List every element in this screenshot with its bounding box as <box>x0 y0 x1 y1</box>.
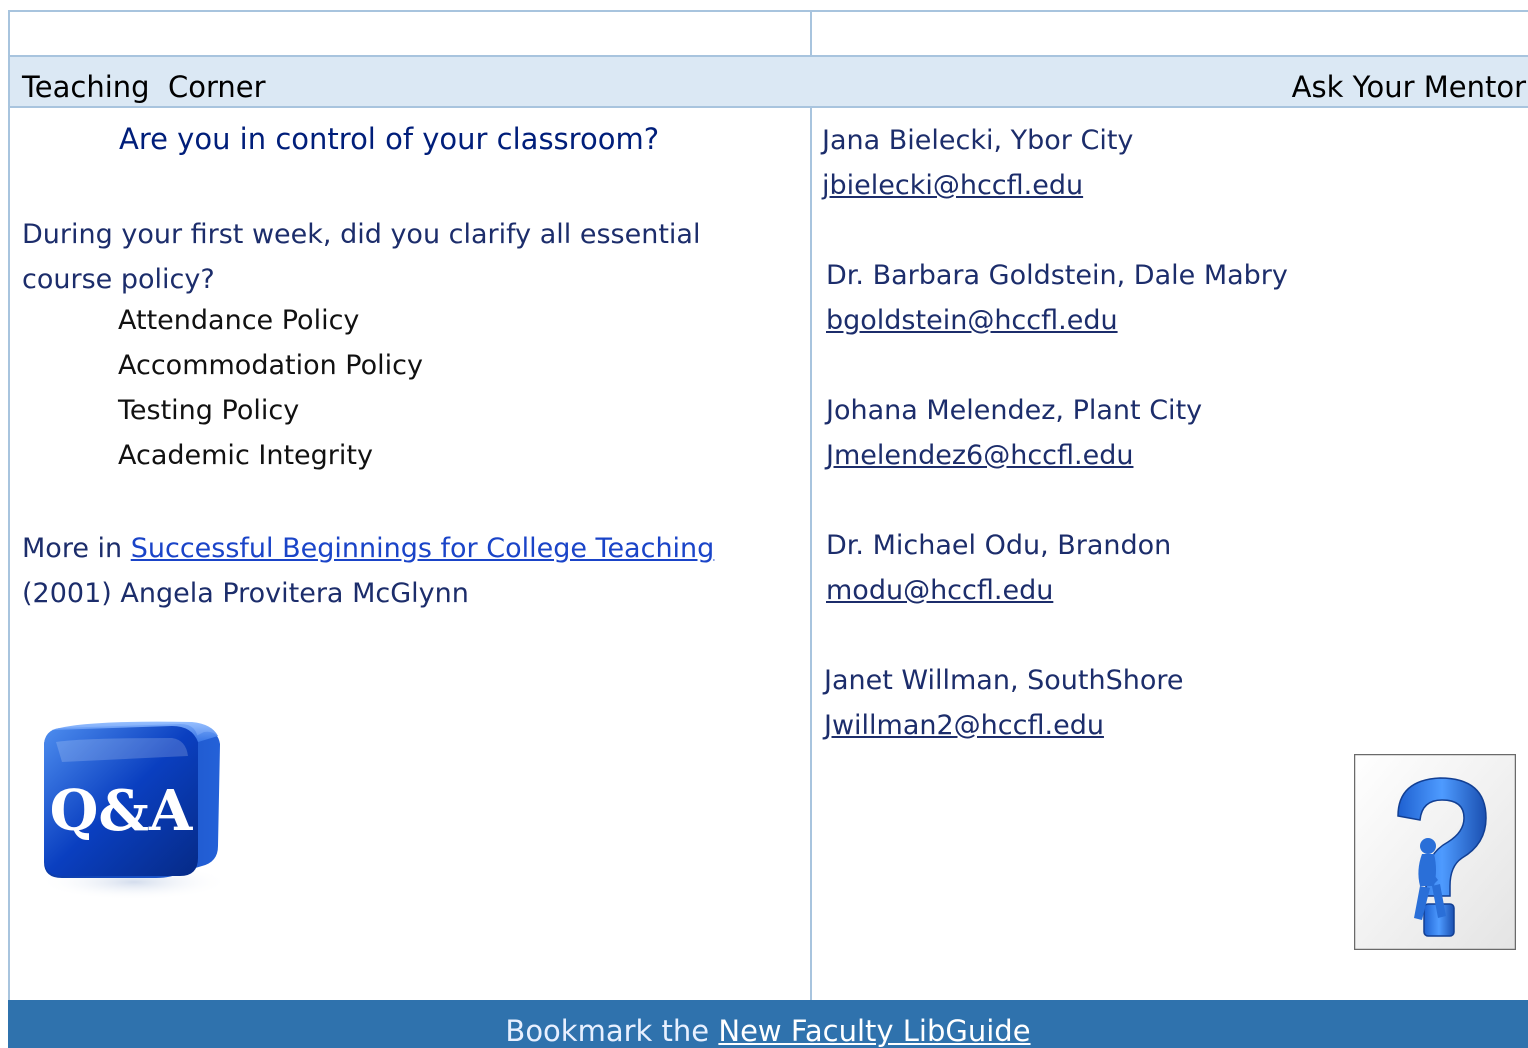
teaching-subheading: Are you in control of your classroom? <box>119 122 660 156</box>
ask-your-mentor-title: Ask Your Mentor <box>1291 70 1526 104</box>
mentor-email-link[interactable]: Jwillman2@hccfl.edu <box>824 710 1104 741</box>
more-prefix: More in <box>22 533 131 564</box>
footer-banner: Bookmark the New Faculty LibGuide <box>8 1000 1528 1048</box>
mentor-name: Dr. Michael Odu, Brandon <box>826 530 1172 561</box>
intro-line-1: During your first week, did you clarify … <box>22 219 701 250</box>
policy-item-integrity: Academic Integrity <box>118 440 373 471</box>
policy-item-attendance: Attendance Policy <box>118 305 360 336</box>
mentor-name: Dr. Barbara Goldstein, Dale Mabry <box>826 260 1288 291</box>
policy-item-testing: Testing Policy <box>118 395 300 426</box>
table-border-top <box>8 10 1528 12</box>
footer-prefix: Bookmark the <box>505 1014 719 1048</box>
policy-item-accommodation: Accommodation Policy <box>118 350 423 381</box>
intro-line-2: course policy? <box>22 264 215 295</box>
more-reference: More in Successful Beginnings for Colleg… <box>22 526 714 616</box>
libguide-link[interactable]: New Faculty LibGuide <box>718 1014 1030 1048</box>
intro-paragraph: During your first week, did you clarify … <box>22 212 700 302</box>
section-header-row: Teaching Corner Ask Your Mentor <box>10 57 1528 106</box>
mentor-entry-5: Janet Willman, SouthShore Jwillman2@hccf… <box>824 658 1184 748</box>
policy-list: Attendance Policy Accommodation Policy T… <box>118 298 423 478</box>
qa-image-label: Q&A <box>50 778 194 844</box>
mentor-entry-1: Jana Bielecki, Ybor City jbielecki@hccfl… <box>822 118 1133 208</box>
mentor-entry-3: Johana Melendez, Plant City Jmelendez6@h… <box>826 388 1202 478</box>
mentor-email-link[interactable]: bgoldstein@hccfl.edu <box>826 305 1118 336</box>
mentor-email-link[interactable]: Jmelendez6@hccfl.edu <box>826 440 1133 471</box>
book-citation: (2001) Angela Provitera McGlynn <box>22 578 469 609</box>
question-mark-figure-image <box>1354 754 1516 950</box>
table-border-row2 <box>8 106 1528 108</box>
mentor-entry-2: Dr. Barbara Goldstein, Dale Mabry bgolds… <box>826 253 1288 343</box>
teaching-corner-title: Teaching Corner <box>22 70 266 104</box>
mentor-name: Johana Melendez, Plant City <box>826 395 1203 426</box>
table-border-left <box>8 10 10 1000</box>
mentor-name: Janet Willman, SouthShore <box>824 665 1184 696</box>
mentor-email-link[interactable]: modu@hccfl.edu <box>826 575 1053 606</box>
mentor-name: Jana Bielecki, Ybor City <box>822 125 1134 156</box>
qa-cube-image: Q&A <box>39 721 229 900</box>
newsletter-table: Teaching Corner Ask Your Mentor Are you … <box>0 0 1528 1048</box>
footer-text: Bookmark the New Faculty LibGuide <box>8 1014 1528 1048</box>
mentor-entry-4: Dr. Michael Odu, Brandon modu@hccfl.edu <box>826 523 1171 613</box>
table-border-middle <box>810 10 812 1000</box>
book-link[interactable]: Successful Beginnings for College Teachi… <box>131 533 715 564</box>
mentor-email-link[interactable]: jbielecki@hccfl.edu <box>822 170 1083 201</box>
